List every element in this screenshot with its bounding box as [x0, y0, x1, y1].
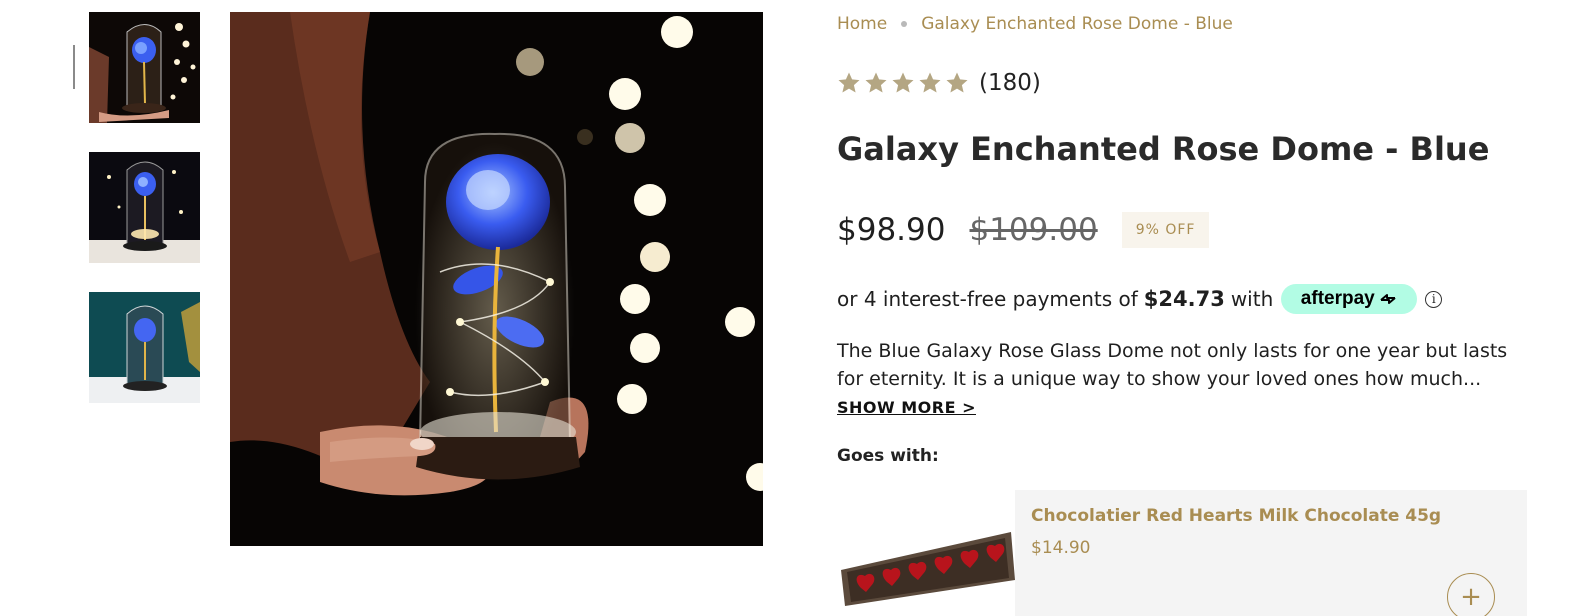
star-icon	[865, 72, 887, 93]
afterpay-logo[interactable]: afterpay	[1281, 284, 1418, 314]
plus-icon: +	[1460, 582, 1482, 612]
discount-badge: 9% OFF	[1121, 212, 1210, 248]
thumbnail-3[interactable]	[89, 292, 200, 403]
goes-with-heading: Goes with:	[837, 446, 939, 466]
goes-with-image[interactable]	[837, 528, 1015, 606]
product-rating[interactable]: (180)	[837, 70, 1041, 96]
description-text: The Blue Galaxy Rose Glass Dome not only…	[837, 340, 1508, 390]
breadcrumb-home-link[interactable]: Home	[837, 14, 887, 34]
rating-count[interactable]: (180)	[979, 70, 1041, 96]
product-title: Galaxy Enchanted Rose Dome - Blue	[837, 130, 1490, 168]
compare-price: $109.00	[969, 212, 1098, 248]
breadcrumb-current-link[interactable]: Galaxy Enchanted Rose Dome - Blue	[921, 14, 1233, 34]
show-more-link[interactable]: SHOW MORE >	[837, 398, 976, 417]
star-icon	[919, 72, 941, 93]
breadcrumb-separator	[901, 21, 908, 27]
goes-with-item-price: $14.90	[1031, 538, 1091, 558]
goes-with-card: Chocolatier Red Hearts Milk Chocolate 45…	[1015, 490, 1527, 616]
afterpay-with: with	[1230, 287, 1274, 311]
rating-stars	[837, 71, 969, 95]
thumbnail-1[interactable]	[89, 12, 200, 123]
afterpay-amount: $24.73	[1143, 287, 1225, 311]
goes-with-item-name[interactable]: Chocolatier Red Hearts Milk Chocolate 45…	[1031, 506, 1441, 526]
price-row: $98.90 $109.00 9% OFF	[837, 212, 1210, 248]
breadcrumb: Home Galaxy Enchanted Rose Dome - Blue	[837, 14, 1233, 34]
add-to-cart-button[interactable]: +	[1447, 573, 1495, 616]
thumbnail-scroll-indicator[interactable]	[73, 45, 75, 89]
thumbnail-gallery	[89, 12, 200, 432]
star-icon	[892, 72, 914, 93]
sale-price: $98.90	[837, 212, 946, 248]
afterpay-arrow-icon	[1380, 294, 1396, 304]
thumbnail-2[interactable]	[89, 152, 200, 263]
star-icon	[838, 72, 860, 93]
afterpay-prefix: or 4 interest-free payments of	[837, 287, 1138, 311]
info-icon[interactable]: i	[1425, 290, 1443, 308]
product-main-image[interactable]	[230, 12, 763, 546]
star-icon	[946, 72, 968, 93]
afterpay-message: or 4 interest-free payments of $24.73 wi…	[837, 284, 1443, 314]
product-description: The Blue Galaxy Rose Glass Dome not only…	[837, 337, 1527, 422]
afterpay-brand: afterpay	[1300, 288, 1375, 309]
